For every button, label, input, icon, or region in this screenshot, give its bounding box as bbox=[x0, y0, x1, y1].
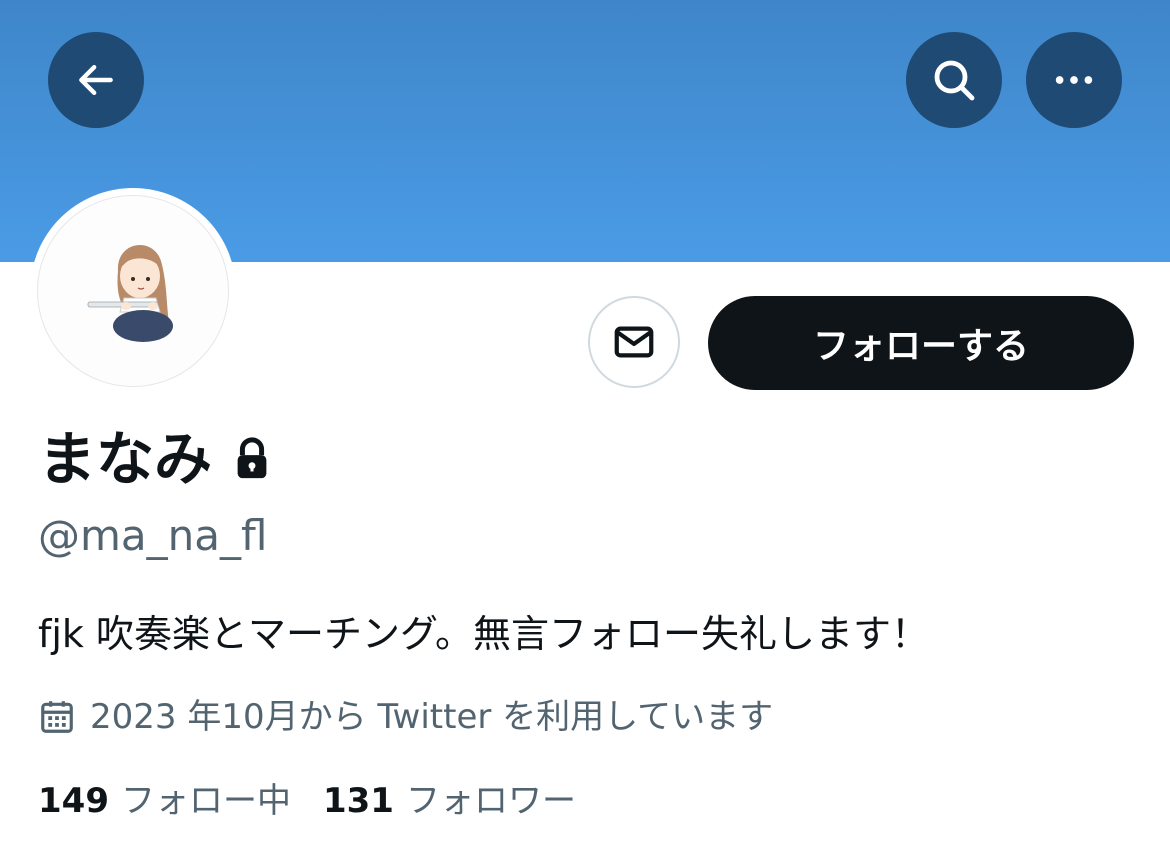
follow-stats: 149 フォロー中 131 フォロワー bbox=[38, 776, 608, 826]
arrow-left-icon bbox=[79, 64, 113, 96]
following-count: 149 bbox=[38, 781, 109, 821]
profile-handle: @ma_na_fl bbox=[38, 511, 268, 560]
envelope-icon bbox=[614, 326, 654, 358]
followers-label: フォロワー bbox=[405, 781, 576, 821]
name-row: まなみ bbox=[38, 424, 272, 494]
avatar[interactable] bbox=[37, 195, 229, 387]
joined-date-row: 2023 年10月から Twitter を利用しています bbox=[38, 692, 773, 742]
lock-icon bbox=[237, 437, 267, 479]
joined-date-text: 2023 年10月から Twitter を利用しています bbox=[90, 697, 774, 737]
profile-bio: fjk 吹奏楽とマーチング。無言フォロー失礼します！ bbox=[38, 612, 929, 656]
following-label: フォロー中 bbox=[120, 781, 291, 821]
profile-page: フォローする まなみ @ma_na_fl fjk 吹奏楽とマーチング。無言フォロ… bbox=[0, 0, 1170, 867]
more-horizontal-icon bbox=[1055, 76, 1093, 84]
back-button[interactable] bbox=[48, 32, 144, 128]
display-name: まなみ bbox=[38, 425, 213, 493]
follow-button[interactable]: フォローする bbox=[708, 296, 1134, 390]
more-button[interactable] bbox=[1026, 32, 1122, 128]
followers-count: 131 bbox=[322, 781, 394, 821]
avatar-frame bbox=[30, 188, 236, 394]
followers-link[interactable]: 131 フォロワー bbox=[323, 776, 576, 826]
avatar-illustration bbox=[87, 244, 173, 342]
search-button[interactable] bbox=[906, 32, 1002, 128]
following-link[interactable]: 149 フォロー中 bbox=[38, 776, 291, 826]
search-icon bbox=[934, 60, 975, 101]
message-button[interactable] bbox=[588, 296, 680, 388]
calendar-icon bbox=[41, 701, 73, 733]
